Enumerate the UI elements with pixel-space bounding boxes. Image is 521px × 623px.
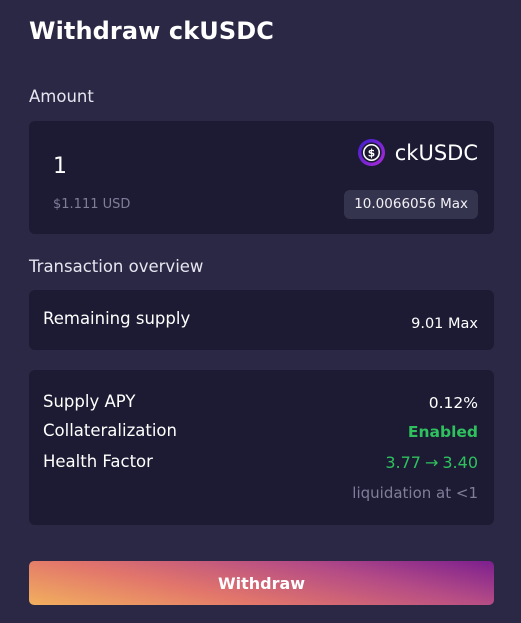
modal-title: Withdraw ckUSDC (29, 17, 274, 45)
usdc-token-icon: $ (357, 138, 385, 167)
withdraw-modal: Withdraw ckUSDC Amount $ ckUSDC $1.111 U… (0, 0, 521, 623)
supply-apy-label: Supply APY (43, 392, 136, 411)
arrow-right-icon: → (424, 453, 439, 472)
usd-value: $1.111 USD (53, 197, 131, 212)
withdraw-button[interactable]: Withdraw (29, 561, 494, 605)
svg-text:$: $ (368, 146, 375, 159)
supply-apy-value: 0.12% (428, 394, 478, 412)
token-name: ckUSDC (394, 140, 478, 165)
overview-details-card: Supply APY 0.12% Collateralization Enabl… (29, 370, 494, 525)
amount-input[interactable] (53, 154, 253, 179)
amount-card: $ ckUSDC $1.111 USD 10.0066056 Max (29, 121, 494, 234)
collateralization-label: Collateralization (43, 421, 177, 440)
remaining-supply-card: Remaining supply 9.01 Max (29, 290, 494, 350)
health-factor-label: Health Factor (43, 452, 153, 471)
health-factor-value: 3.77 → 3.40 (385, 453, 478, 472)
remaining-supply-value: 9.01 Max (411, 316, 478, 332)
remaining-supply-label: Remaining supply (43, 309, 191, 328)
amount-label: Amount (29, 87, 94, 106)
health-factor-from: 3.77 (385, 453, 421, 472)
collateralization-status: Enabled (407, 423, 478, 441)
liquidation-note: liquidation at <1 (352, 484, 478, 502)
max-button[interactable]: 10.0066056 Max (344, 190, 478, 219)
transaction-overview-label: Transaction overview (29, 257, 204, 276)
health-factor-to: 3.40 (442, 453, 478, 472)
token-selector: $ ckUSDC (357, 138, 478, 167)
